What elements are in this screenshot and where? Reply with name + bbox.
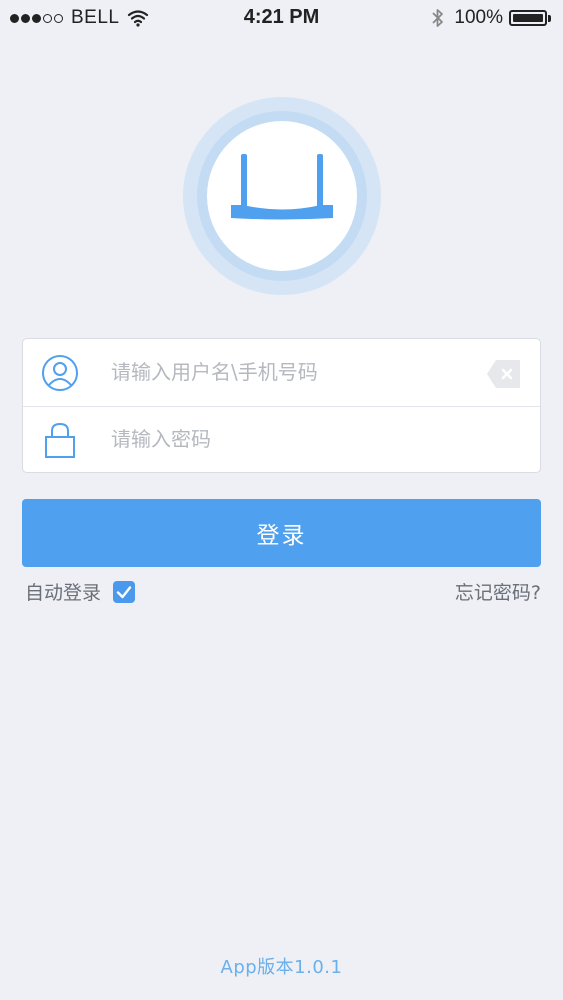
- forgot-password-link[interactable]: 忘记密码?: [455, 578, 541, 605]
- auto-login-checkbox[interactable]: [113, 580, 136, 603]
- lock-icon: [45, 422, 75, 458]
- username-row: [23, 339, 540, 407]
- checkmark-icon: [116, 585, 132, 598]
- user-icon: [42, 355, 78, 391]
- app-logo: [183, 97, 381, 295]
- login-form: [22, 338, 541, 473]
- battery-icon: [509, 10, 547, 26]
- router-icon: [231, 154, 333, 220]
- clear-input-icon[interactable]: [486, 358, 522, 390]
- username-input[interactable]: [111, 353, 471, 391]
- app-version: App版本1.0.1: [220, 957, 343, 978]
- login-button[interactable]: 登录: [22, 499, 541, 567]
- auto-login-option: 自动登录: [25, 578, 136, 605]
- battery-percent: 100%: [454, 7, 503, 28]
- status-bar: BELL 4:21 PM 100%: [0, 0, 563, 38]
- password-input[interactable]: [111, 420, 471, 458]
- password-row: [23, 406, 540, 473]
- auto-login-label: 自动登录: [25, 582, 102, 604]
- bluetooth-icon: [432, 9, 444, 27]
- status-right: 100%: [432, 7, 551, 29]
